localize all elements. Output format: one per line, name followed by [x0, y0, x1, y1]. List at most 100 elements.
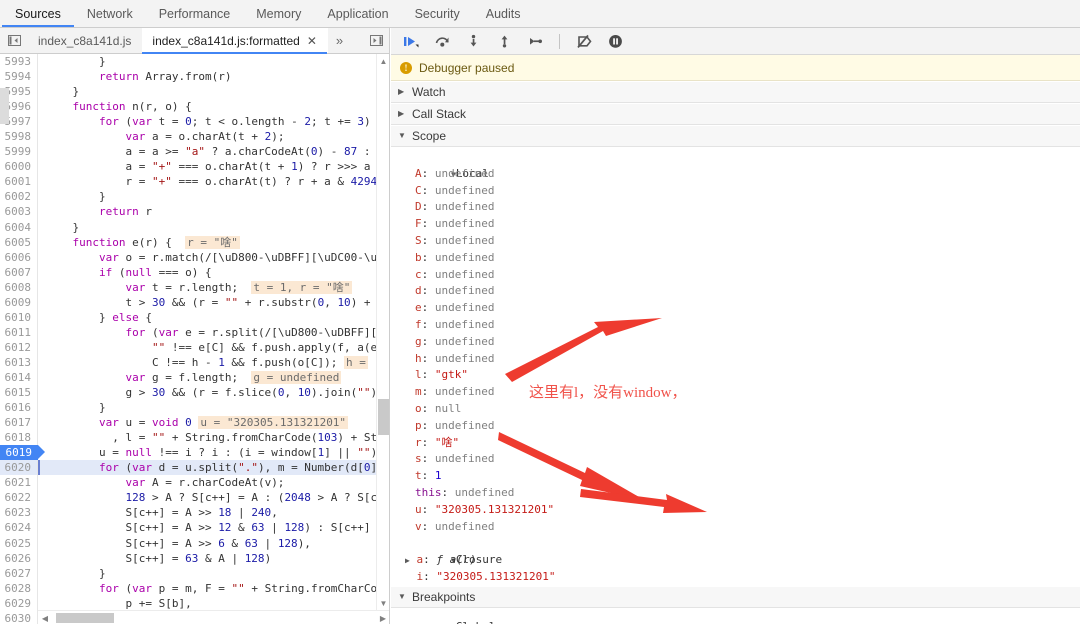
scope-variable-row[interactable]: u: "320305.131321201" — [391, 502, 1080, 519]
scope-variable-row[interactable]: t: 1 — [391, 468, 1080, 485]
section-breakpoints[interactable]: ▼ Breakpoints — [391, 586, 1080, 608]
code-line[interactable]: 6017 var u = void 0 u = "320305.13132120… — [0, 415, 389, 431]
line-number[interactable]: 6000 — [0, 159, 38, 175]
code-line[interactable]: 6008 var t = r.length; t = 1, r = "啥" — [0, 279, 389, 295]
code-line[interactable]: 6015 g > 30 && (r = f.slice(0, 10).join(… — [0, 385, 389, 401]
scope-variable-row[interactable]: s: undefined — [391, 451, 1080, 468]
close-icon[interactable]: ✕ — [307, 35, 317, 47]
line-number[interactable]: 5994 — [0, 69, 38, 85]
line-number[interactable]: 6003 — [0, 204, 38, 220]
code-line[interactable]: 6012 "" !== e[C] && f.push.apply(f, a(e — [0, 339, 389, 355]
code-line[interactable]: 6027 } — [0, 565, 389, 581]
scope-variable-row[interactable]: S: undefined — [391, 233, 1080, 250]
pause-on-exceptions-button[interactable] — [605, 31, 625, 51]
scope-variable-row[interactable]: C: undefined — [391, 183, 1080, 200]
line-number[interactable]: 6025 — [0, 535, 38, 551]
code-line[interactable]: 6009 t > 30 && (r = "" + r.substr(0, 10)… — [0, 294, 389, 310]
line-number[interactable]: 6008 — [0, 279, 38, 295]
show-navigator-button[interactable] — [0, 28, 28, 53]
code-line[interactable]: 6019 u = null !== i ? i : (i = window[1]… — [0, 445, 389, 461]
scope-variable-row[interactable]: ▶ i: "320305.131321201" — [391, 569, 1080, 586]
line-number[interactable]: 6016 — [0, 400, 38, 416]
scope-variable-row[interactable]: b: undefined — [391, 250, 1080, 267]
step-out-of-current-function-button[interactable] — [494, 31, 514, 51]
show-debugger-sidebar-button[interactable] — [362, 28, 389, 53]
code-line[interactable]: 5993 } — [0, 54, 389, 70]
line-number[interactable]: 6004 — [0, 219, 38, 235]
scope-variable-row[interactable]: c: undefined — [391, 267, 1080, 284]
line-number[interactable]: 6027 — [0, 565, 38, 581]
line-number[interactable]: 6011 — [0, 324, 38, 340]
scope-variable-row[interactable]: A: undefined — [391, 166, 1080, 183]
code-line[interactable]: 5998 var a = o.charAt(t + 2); — [0, 129, 389, 145]
line-number[interactable]: 6021 — [0, 475, 38, 491]
line-number[interactable]: 6029 — [0, 595, 38, 611]
scope-variable-row[interactable]: g: undefined — [391, 334, 1080, 351]
pane-resize-handle[interactable] — [0, 88, 9, 124]
code-line[interactable]: 6021 var A = r.charCodeAt(v); — [0, 475, 389, 491]
panel-tab-security[interactable]: Security — [402, 0, 473, 27]
scope-variable-row[interactable]: D: undefined — [391, 199, 1080, 216]
code-line[interactable]: 6018 , l = "" + String.fromCharCode(103)… — [0, 430, 389, 446]
scope-local-group[interactable]: ▼Local — [391, 149, 1080, 180]
section-watch[interactable]: ▶ Watch — [391, 81, 1080, 103]
line-number[interactable]: 5999 — [0, 144, 38, 160]
line-number[interactable]: 6007 — [0, 264, 38, 280]
scope-variable-row[interactable]: o: null — [391, 401, 1080, 418]
line-number[interactable]: 6006 — [0, 249, 38, 265]
panel-tab-application[interactable]: Application — [314, 0, 401, 27]
code-line[interactable]: 6029 p += S[b], — [0, 595, 389, 611]
scope-closure-group[interactable]: ▼Closure — [391, 535, 1080, 566]
code-line[interactable]: 5995 } — [0, 84, 389, 100]
section-scope[interactable]: ▼ Scope — [391, 125, 1080, 147]
line-number[interactable]: 6013 — [0, 354, 38, 370]
code-line[interactable]: 6000 a = "+" === o.charAt(t + 1) ? r >>>… — [0, 159, 389, 175]
code-line[interactable]: 5994 return Array.from(r) — [0, 69, 389, 85]
line-number[interactable]: 6010 — [0, 309, 38, 325]
code-line[interactable]: 6014 var g = f.length; g = undefined — [0, 369, 389, 386]
step-button[interactable] — [525, 31, 545, 51]
panel-tab-sources[interactable]: Sources — [2, 0, 74, 27]
scroll-down-icon[interactable]: ▼ — [377, 596, 389, 610]
code-line[interactable]: 6020 for (var d = u.split("."), m = Numb… — [0, 460, 389, 476]
line-number[interactable]: 6002 — [0, 189, 38, 205]
code-line[interactable]: 5996 function n(r, o) { — [0, 99, 389, 115]
line-number[interactable]: 6023 — [0, 505, 38, 521]
code-line[interactable]: 6023 S[c++] = A >> 18 | 240, — [0, 505, 389, 521]
line-number[interactable]: 6001 — [0, 174, 38, 190]
code-line[interactable]: 5999 a = a >= "a" ? a.charCodeAt(0) - 87… — [0, 144, 389, 160]
horizontal-scroll-thumb[interactable] — [56, 613, 114, 623]
editor-tab-index-js[interactable]: index_c8a141d.js — [28, 28, 142, 53]
scroll-left-icon[interactable]: ◀ — [38, 611, 52, 624]
code-line[interactable]: 6001 r = "+" === o.charAt(t) ? r + a & 4… — [0, 174, 389, 190]
scope-variable-row[interactable]: this: undefined — [391, 485, 1080, 502]
code-line[interactable]: 6022 128 > A ? S[c++] = A : (2048 > A ? … — [0, 490, 389, 506]
scope-variable-row[interactable]: d: undefined — [391, 283, 1080, 300]
code-line[interactable]: 6005 function e(r) { r = "啥" — [0, 234, 389, 250]
vertical-scroll-thumb[interactable] — [378, 399, 389, 435]
line-number[interactable]: 6015 — [0, 385, 38, 401]
chevron-right-icon[interactable]: ▶ — [405, 556, 410, 565]
panel-tab-performance[interactable]: Performance — [146, 0, 244, 27]
line-number[interactable]: 6014 — [0, 369, 38, 386]
code-line[interactable]: 5997 for (var t = 0; t < o.length - 2; t… — [0, 114, 389, 130]
scope-variable-row[interactable]: l: "gtk" — [391, 367, 1080, 384]
code-line[interactable]: 6024 S[c++] = A >> 12 & 63 | 128) : S[c+… — [0, 520, 389, 536]
scope-variable-row[interactable]: e: undefined — [391, 300, 1080, 317]
line-number[interactable]: 6026 — [0, 550, 38, 566]
code-editor[interactable]: 5993 } 5994 return Array.from(r) 5995 } 599… — [0, 54, 389, 624]
scope-variable-row[interactable]: m: undefined — [391, 384, 1080, 401]
code-line[interactable]: 6003 return r — [0, 204, 389, 220]
line-number[interactable]: 6017 — [0, 415, 38, 431]
code-line[interactable]: 6004 } — [0, 219, 389, 235]
code-line[interactable]: 6007 if (null === o) { — [0, 264, 389, 280]
code-line[interactable]: 6028 for (var p = m, F = "" + String.fro… — [0, 580, 389, 596]
line-number[interactable]: 6020 — [0, 460, 38, 476]
line-number[interactable]: 6030 — [0, 610, 38, 624]
code-line[interactable]: 6025 S[c++] = A >> 6 & 63 | 128), — [0, 535, 389, 551]
code-line[interactable]: 6010 } else { — [0, 309, 389, 325]
editor-vertical-scrollbar[interactable]: ▲ ▼ — [376, 54, 389, 610]
code-line[interactable]: 6013 C !== h - 1 && f.push(o[C]); h = — [0, 354, 389, 370]
scroll-up-icon[interactable]: ▲ — [377, 54, 389, 68]
panel-tab-memory[interactable]: Memory — [243, 0, 314, 27]
